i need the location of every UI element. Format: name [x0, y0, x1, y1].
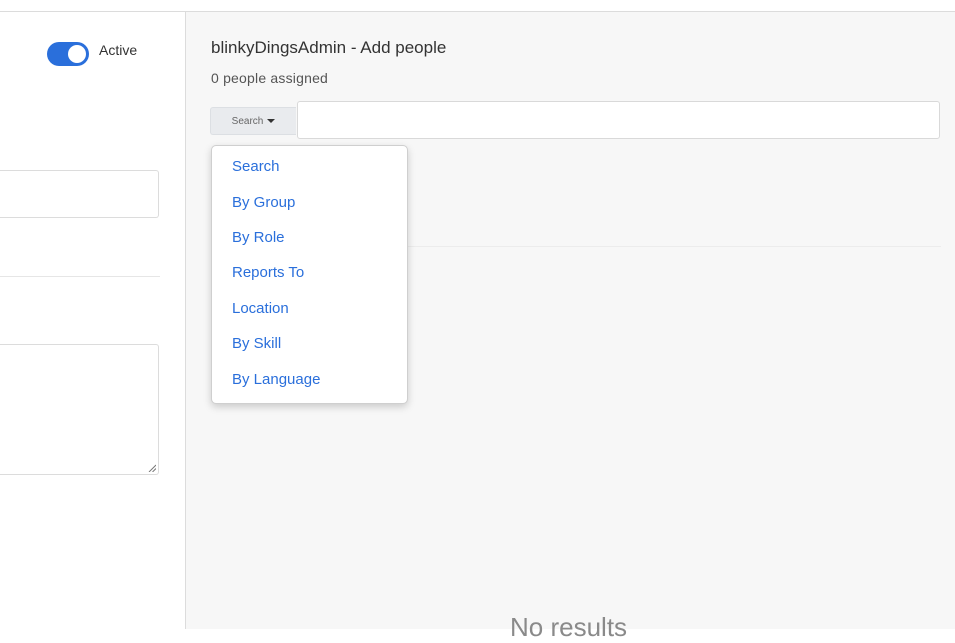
add-people-panel: blinkyDingsAdmin - Add people 0 people a…: [186, 12, 955, 642]
search-input[interactable]: [297, 101, 940, 139]
menu-item-location[interactable]: Location: [232, 300, 289, 317]
left-divider: [0, 276, 160, 277]
menu-item-by-group[interactable]: By Group: [232, 194, 295, 211]
no-results-message: No results: [510, 612, 628, 642]
left-panel: Active: [0, 12, 185, 629]
left-textarea[interactable]: [0, 344, 159, 475]
panel-title: blinkyDingsAdmin - Add people: [211, 38, 447, 57]
assigned-count: 0 people assigned: [211, 70, 329, 86]
menu-item-by-role[interactable]: By Role: [232, 229, 285, 246]
toggle-knob: [68, 45, 86, 63]
active-label: Active: [99, 42, 138, 58]
search-type-menu: Search By Group By Role Reports To Locat…: [211, 145, 408, 404]
menu-item-search[interactable]: Search: [232, 158, 280, 175]
active-toggle[interactable]: [47, 42, 89, 66]
caret-down-icon: [267, 119, 276, 123]
search-type-label: Search: [231, 115, 264, 127]
resize-grip-icon[interactable]: [148, 464, 156, 472]
menu-item-by-skill[interactable]: By Skill: [232, 335, 281, 352]
menu-item-by-language[interactable]: By Language: [232, 371, 320, 388]
search-group: Search: [210, 101, 941, 141]
search-type-dropdown-button[interactable]: Search: [210, 107, 296, 135]
menu-item-reports-to[interactable]: Reports To: [232, 264, 304, 281]
left-text-field[interactable]: [0, 170, 159, 218]
